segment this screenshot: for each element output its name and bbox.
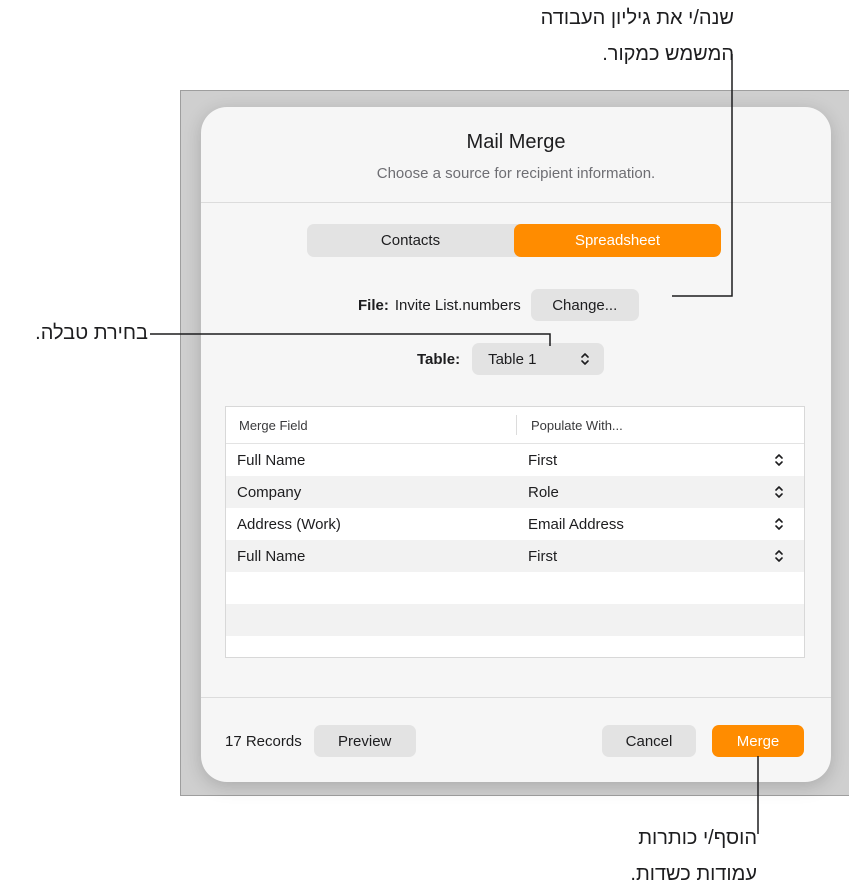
dialog-title: Mail Merge [466, 131, 566, 153]
empty-row [226, 604, 804, 636]
callout-add-headers: הוסף/י כותרות עמודות כשדות. [630, 820, 757, 891]
populate-with-cell[interactable]: First [528, 452, 557, 469]
merge-field-cell: Full Name [237, 547, 306, 565]
mail-merge-dialog: Mail Merge Choose a source for recipient… [201, 107, 831, 782]
file-row: File: Invite List.numbers Change... [358, 289, 639, 321]
table-row: Table: Table 1 [417, 343, 605, 375]
up-down-chevron-icon[interactable] [774, 548, 784, 564]
dialog-subtitle: Choose a source for recipient informatio… [376, 165, 656, 182]
file-label: File: [358, 296, 389, 314]
column-divider [516, 415, 517, 435]
change-button[interactable]: Change... [530, 289, 639, 321]
screenshot-stage: שנה/י את גיליון העבודה המשמש כמקור. בחיר… [0, 0, 849, 891]
tab-contacts[interactable]: Contacts [307, 224, 514, 257]
callout-choose-table: בחירת טבלה. [6, 315, 148, 351]
header-divider [201, 202, 831, 203]
footer-divider [201, 697, 831, 698]
callout-add-headers-line1: הוסף/י כותרות [638, 827, 757, 849]
source-segmented-control: Contacts Spreadsheet [307, 224, 721, 257]
empty-row [226, 572, 804, 604]
merge-button[interactable]: Merge [712, 725, 804, 757]
records-count: 17 Records [225, 732, 302, 750]
callout-add-headers-line2: עמודות כשדות. [630, 863, 757, 885]
callout-change-source-line1: שנה/י את גיליון העבודה [540, 7, 734, 29]
empty-row [226, 636, 804, 657]
merge-field-table: Merge Field Populate With... Full Name F… [225, 406, 805, 658]
populate-with-cell[interactable]: Role [528, 484, 559, 501]
footer-left: 17 Records Preview [225, 725, 416, 757]
preview-button[interactable]: Preview [313, 725, 416, 757]
tab-spreadsheet[interactable]: Spreadsheet [514, 224, 721, 257]
file-name: Invite List.numbers [394, 296, 521, 314]
table-popup[interactable]: Table 1 [472, 343, 605, 375]
table-row: Full Name First [226, 540, 804, 572]
table-row: Company Role [226, 476, 804, 508]
column-header-merge-field[interactable]: Merge Field [239, 418, 308, 433]
merge-field-cell: Full Name [237, 451, 306, 469]
cancel-button[interactable]: Cancel [602, 725, 696, 757]
up-down-chevron-icon[interactable] [774, 516, 784, 532]
populate-with-cell[interactable]: First [528, 548, 557, 565]
populate-with-cell[interactable]: Email Address [528, 516, 624, 533]
up-down-chevron-icon [581, 353, 589, 365]
table-row: Full Name First [226, 444, 804, 476]
up-down-chevron-icon[interactable] [774, 452, 784, 468]
callout-change-source-line2: המשמש כמקור. [602, 43, 734, 65]
table-header: Merge Field Populate With... [226, 407, 804, 444]
merge-field-cell: Address (Work) [237, 515, 341, 533]
callout-change-source: שנה/י את גיליון העבודה המשמש כמקור. [541, 0, 734, 72]
table-label: Table: [417, 350, 461, 368]
merge-field-cell: Company [237, 483, 302, 501]
callout-choose-table-text: בחירת טבלה. [35, 322, 148, 344]
column-header-populate-with[interactable]: Populate With... [531, 418, 623, 433]
table-row: Address (Work) Email Address [226, 508, 804, 540]
up-down-chevron-icon[interactable] [774, 484, 784, 500]
table-popup-value: Table 1 [488, 350, 537, 368]
